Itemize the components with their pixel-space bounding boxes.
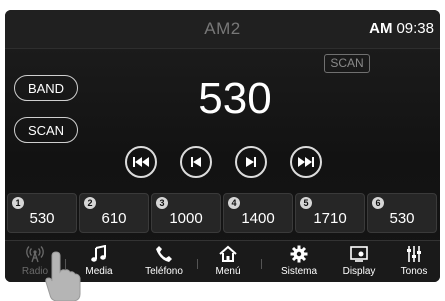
preset-number: 6 bbox=[372, 197, 384, 209]
preset-frequency: 610 bbox=[101, 210, 127, 227]
preset-6[interactable]: 6 530 bbox=[367, 193, 437, 233]
nav-label: Sistema bbox=[280, 266, 318, 277]
nav-label: Tonos bbox=[400, 266, 428, 277]
preset-frequency: 530 bbox=[29, 210, 55, 227]
nav-menu[interactable]: Menú bbox=[203, 241, 253, 282]
preset-frequency: 530 bbox=[389, 210, 415, 227]
pointing-hand-icon bbox=[45, 251, 81, 301]
seek-forward-icon bbox=[298, 157, 314, 167]
radio-screen: AM2 AM 09:38 SCAN BAND SCAN 530 1 530 2 610… bbox=[0, 0, 445, 301]
seek-back-icon bbox=[133, 157, 149, 167]
preset-frequency: 1710 bbox=[313, 210, 347, 227]
scan-button[interactable]: SCAN bbox=[14, 117, 78, 143]
preset-frequency: 1400 bbox=[241, 210, 275, 227]
scan-indicator: SCAN bbox=[324, 54, 370, 73]
status-bar: AM2 AM 09:38 bbox=[5, 10, 440, 49]
time: 09:38 bbox=[396, 20, 434, 37]
tune-up-icon bbox=[246, 157, 256, 167]
nav-label: Teléfono bbox=[145, 266, 183, 277]
nav-label: Display bbox=[342, 266, 376, 277]
seek-back-button[interactable] bbox=[125, 146, 157, 178]
preset-number: 3 bbox=[156, 197, 168, 209]
nav-label: Menú bbox=[215, 266, 241, 277]
preset-bar: 1 530 2 610 3 1000 4 1400 5 1710 6 530 bbox=[7, 193, 438, 233]
preset-4[interactable]: 4 1400 bbox=[223, 193, 293, 233]
gear-icon bbox=[290, 245, 308, 263]
equalizer-icon bbox=[407, 246, 421, 262]
preset-number: 4 bbox=[228, 197, 240, 209]
seek-forward-button[interactable] bbox=[290, 146, 322, 178]
preset-number: 2 bbox=[84, 197, 96, 209]
tune-down-button[interactable] bbox=[180, 146, 212, 178]
nav-sistema[interactable]: Sistema bbox=[273, 241, 325, 282]
preset-frequency: 1000 bbox=[169, 210, 203, 227]
preset-number: 1 bbox=[12, 197, 24, 209]
preset-5[interactable]: 5 1710 bbox=[295, 193, 365, 233]
display-icon bbox=[350, 246, 368, 262]
nav-display[interactable]: Display bbox=[333, 241, 385, 282]
band-button[interactable]: BAND bbox=[14, 75, 78, 101]
tune-up-button[interactable] bbox=[235, 146, 267, 178]
preset-2[interactable]: 2 610 bbox=[79, 193, 149, 233]
preset-number: 5 bbox=[300, 197, 312, 209]
phone-icon bbox=[156, 246, 172, 262]
tune-down-icon bbox=[191, 157, 201, 167]
home-icon bbox=[219, 245, 237, 262]
nav-tonos[interactable]: Tonos bbox=[391, 241, 437, 282]
nav-divider bbox=[197, 259, 198, 269]
nav-divider bbox=[261, 259, 262, 269]
preset-1[interactable]: 1 530 bbox=[7, 193, 77, 233]
frequency-display: 530 bbox=[198, 74, 272, 123]
am-indicator: AM bbox=[369, 20, 393, 37]
head-unit-display: AM2 AM 09:38 SCAN BAND SCAN 530 1 530 2 610… bbox=[5, 10, 440, 282]
nav-telefono[interactable]: Teléfono bbox=[135, 241, 193, 282]
music-note-icon bbox=[91, 245, 106, 262]
clock: AM 09:38 bbox=[369, 20, 434, 37]
preset-3[interactable]: 3 1000 bbox=[151, 193, 221, 233]
